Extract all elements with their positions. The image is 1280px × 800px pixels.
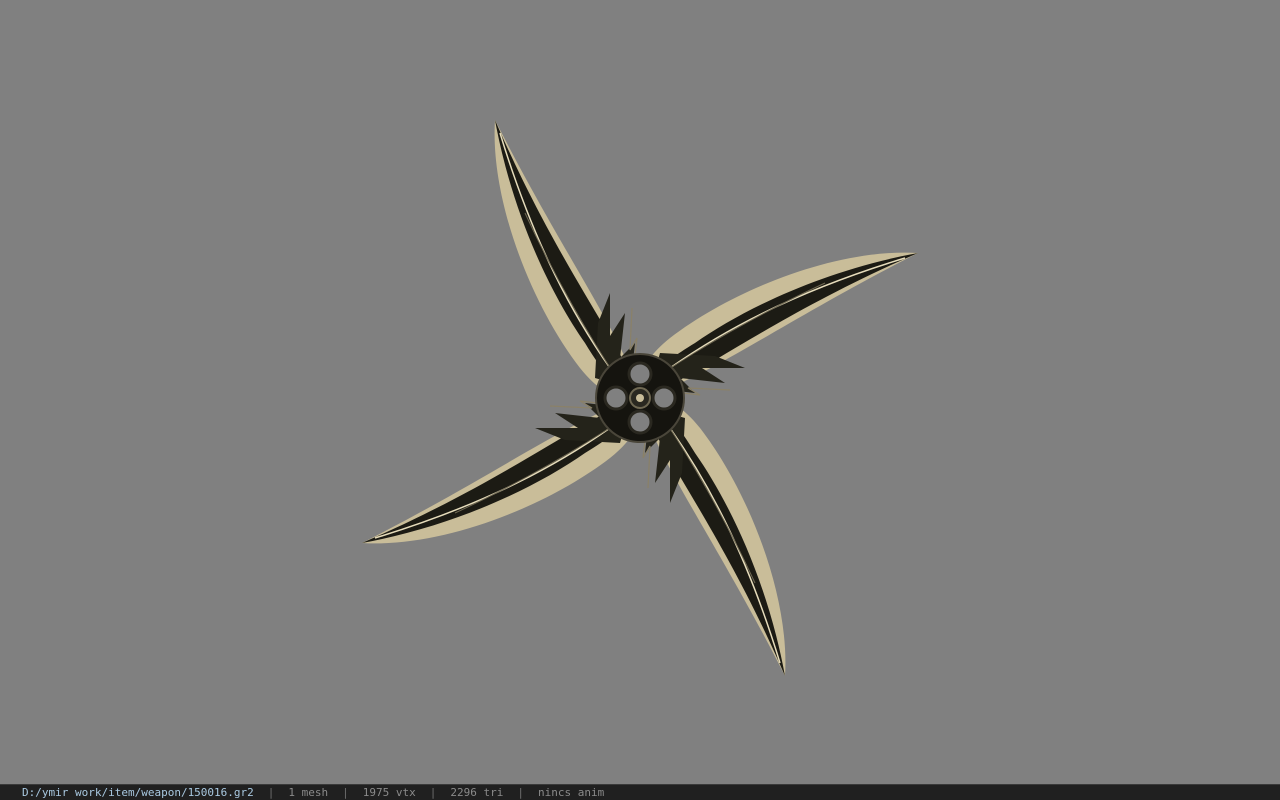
center-hub [595, 353, 685, 443]
separator: | [267, 786, 275, 799]
blade-left [361, 397, 642, 545]
blade-down [639, 396, 787, 677]
file-path: D:/ymir work/item/weapon/150016.gr2 [22, 786, 254, 799]
anim-status: nincs anim [538, 786, 605, 799]
separator: | [342, 786, 349, 799]
vertex-count: 1975 vtx [362, 786, 416, 799]
mesh-count: 1 mesh [288, 786, 329, 799]
separator: | [429, 786, 437, 799]
blade-right [638, 251, 919, 399]
blade-up [493, 119, 641, 400]
status-bar: D:/ymir work/item/weapon/150016.gr2 | 1 me… [0, 784, 1280, 800]
triangle-count: 2296 tri [450, 786, 504, 799]
separator: | [517, 786, 525, 799]
model-viewport[interactable] [0, 0, 1280, 784]
weapon-model [361, 119, 919, 677]
